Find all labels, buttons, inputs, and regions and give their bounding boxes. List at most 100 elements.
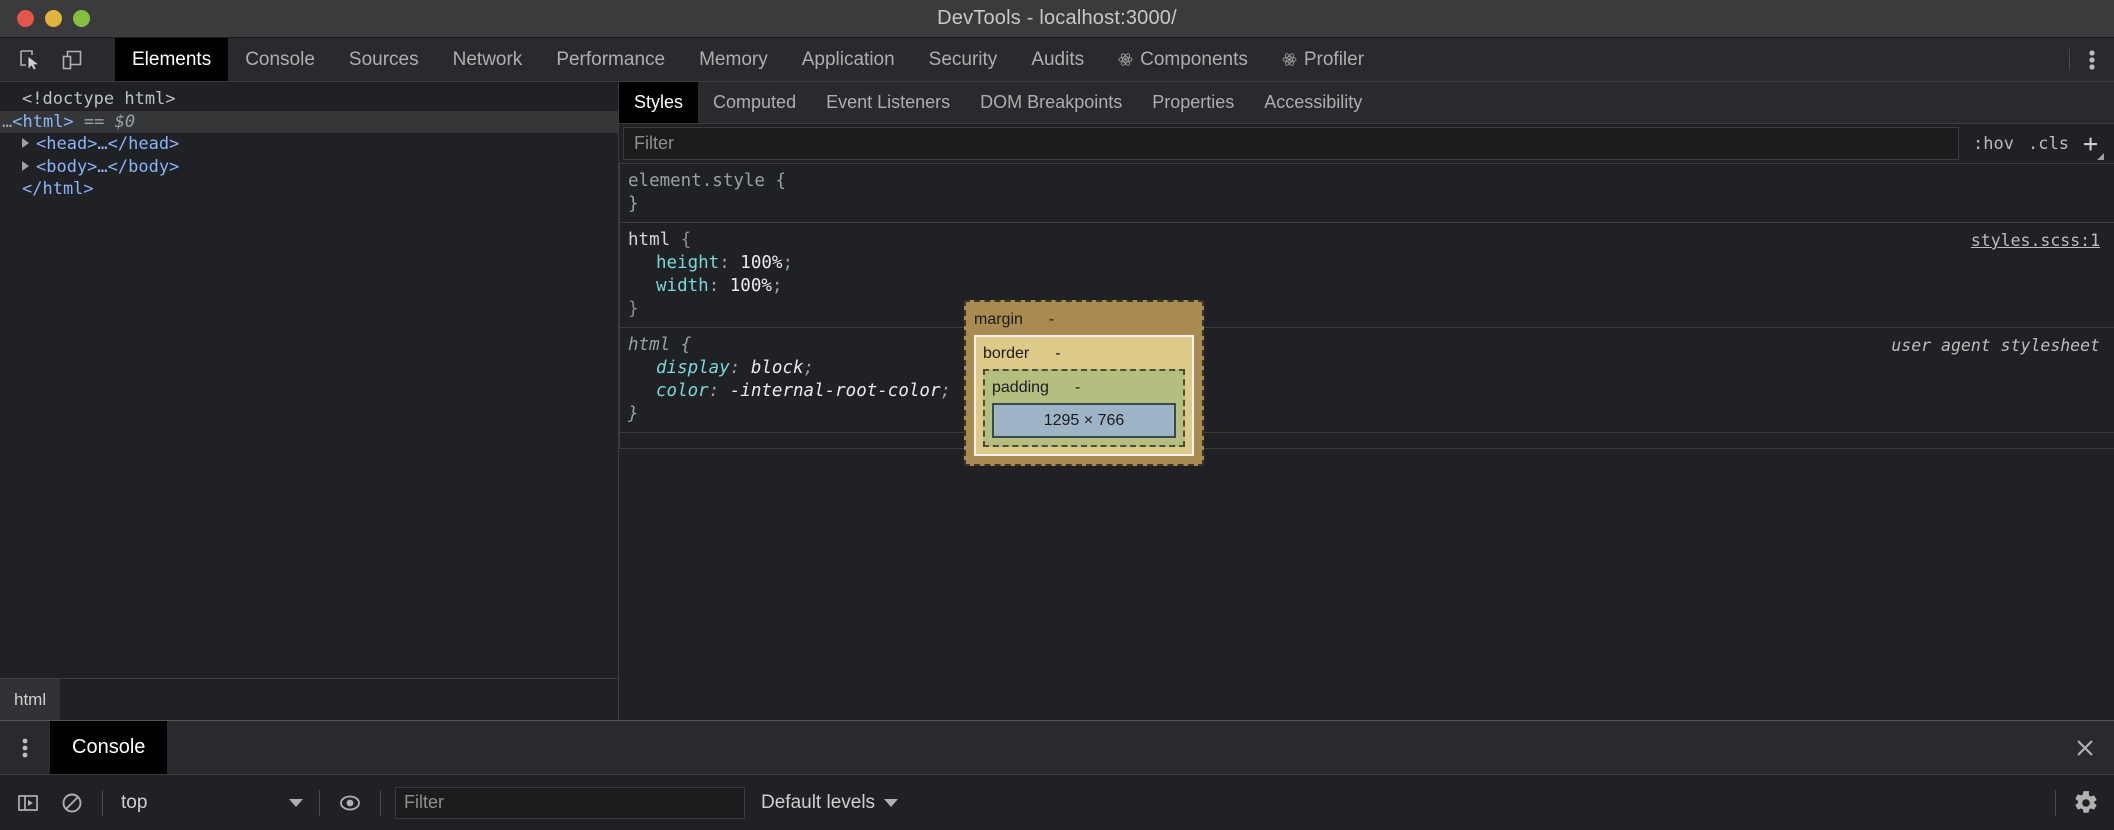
- box-model-padding-value[interactable]: -: [1075, 376, 1080, 399]
- tab-profiler[interactable]: Profiler: [1265, 38, 1381, 81]
- tab-console[interactable]: Console: [228, 38, 332, 81]
- tab-components[interactable]: Components: [1101, 38, 1265, 81]
- tab-sources[interactable]: Sources: [332, 38, 436, 81]
- expand-twisty-icon[interactable]: [22, 138, 29, 148]
- dom-line-head[interactable]: <head>…</head>: [0, 133, 618, 156]
- dom-line-body[interactable]: <body>…</body>: [0, 156, 618, 179]
- panel-tabs: Elements Console Sources Network Perform…: [115, 38, 2069, 81]
- tab-performance[interactable]: Performance: [539, 38, 682, 81]
- show-console-sidebar-icon: [18, 794, 38, 811]
- toggle-element-classes-button[interactable]: .cls: [2028, 134, 2069, 154]
- zoom-window-button[interactable]: [73, 10, 90, 27]
- tab-audits[interactable]: Audits: [1014, 38, 1101, 81]
- dom-tree[interactable]: <!doctype html> …<html> == $0 <head>…</h…: [0, 82, 618, 678]
- tab-label: Audits: [1031, 48, 1085, 70]
- clear-console-button[interactable]: [50, 783, 94, 823]
- box-model-padding[interactable]: padding - 1295 × 766: [983, 369, 1185, 447]
- tab-label: Profiler: [1303, 48, 1365, 70]
- tab-elements[interactable]: Elements: [115, 38, 229, 81]
- dom-node-text: <!doctype html>: [22, 89, 176, 109]
- styles-filter-actions: :hov .cls +: [1959, 124, 2114, 163]
- css-property-name[interactable]: height: [656, 253, 719, 273]
- react-atom-icon: [1282, 52, 1297, 67]
- tab-styles[interactable]: Styles: [619, 82, 699, 123]
- box-model-content[interactable]: 1295 × 766: [992, 403, 1176, 438]
- css-selector[interactable]: element.style: [628, 171, 765, 191]
- box-model-border[interactable]: border - padding - 1295 × 766: [974, 335, 1194, 456]
- tab-computed[interactable]: Computed: [698, 82, 811, 123]
- css-property-value: -internal-root-color: [729, 381, 941, 401]
- tab-security[interactable]: Security: [912, 38, 1015, 81]
- clear-console-icon: [62, 793, 82, 812]
- css-property-value[interactable]: 100%: [740, 253, 782, 273]
- tab-label: Console: [245, 48, 315, 70]
- close-drawer-button[interactable]: [2056, 721, 2114, 774]
- toggle-console-sidebar-button[interactable]: [6, 783, 50, 823]
- console-toolbar-divider-2: [319, 789, 320, 816]
- inspect-element-button[interactable]: [12, 43, 48, 77]
- dom-line-doctype[interactable]: <!doctype html>: [0, 88, 618, 111]
- css-declaration[interactable]: width: 100%;: [628, 275, 2114, 298]
- tab-dom-breakpoints[interactable]: DOM Breakpoints: [965, 82, 1137, 123]
- styles-filter-row: :hov .cls +: [619, 124, 2114, 164]
- styles-filter-input[interactable]: [623, 127, 1960, 160]
- breadcrumb-item-html[interactable]: html: [0, 679, 61, 720]
- tab-label: Performance: [556, 48, 666, 70]
- css-declaration: display: block;: [656, 358, 815, 378]
- tab-properties[interactable]: Properties: [1137, 82, 1249, 123]
- console-context-selector[interactable]: top: [111, 786, 311, 820]
- dom-node-selection-marker: == $0: [83, 111, 136, 132]
- box-model-margin-value[interactable]: -: [1049, 308, 1054, 331]
- new-style-rule-button[interactable]: +: [2083, 131, 2105, 160]
- expand-twisty-icon[interactable]: [22, 160, 29, 171]
- title-bar: DevTools - localhost:3000/: [0, 0, 2114, 38]
- tab-label: Elements: [132, 48, 212, 70]
- tab-accessibility[interactable]: Accessibility: [1249, 82, 1377, 123]
- window-title: DevTools - localhost:3000/: [937, 7, 1177, 29]
- minimize-window-button[interactable]: [45, 10, 62, 27]
- console-log-levels-selector[interactable]: Default levels: [751, 786, 908, 820]
- toggle-device-toolbar-button[interactable]: [54, 43, 90, 77]
- css-property-value: block: [750, 358, 804, 378]
- console-log-levels-value: Default levels: [761, 791, 876, 813]
- console-filter-input[interactable]: [395, 786, 745, 819]
- console-settings-area: [2047, 783, 2108, 823]
- breadcrumb: html: [0, 678, 618, 720]
- close-window-button[interactable]: [17, 10, 34, 27]
- box-model-margin-label: margin: [974, 311, 1023, 328]
- box-model-border-value[interactable]: -: [1055, 342, 1060, 365]
- dom-line-html-close[interactable]: </html>: [0, 178, 618, 201]
- console-settings-button[interactable]: [2064, 783, 2108, 823]
- create-live-expression-button[interactable]: [328, 783, 372, 823]
- tab-application[interactable]: Application: [785, 38, 912, 81]
- tab-label: Security: [928, 48, 998, 70]
- css-property-name[interactable]: width: [656, 276, 709, 296]
- tab-event-listeners[interactable]: Event Listeners: [811, 82, 965, 123]
- css-rule-element-style[interactable]: element.style { }: [619, 164, 2114, 223]
- css-selector[interactable]: html: [628, 230, 670, 250]
- css-declaration[interactable]: height: 100%;: [628, 252, 2114, 275]
- drawer-tab-console[interactable]: Console: [50, 721, 168, 774]
- box-model-margin[interactable]: margin - border - padding - 1295 × 766: [964, 300, 1204, 466]
- tab-label: Application: [801, 48, 895, 70]
- css-selector-line: element.style {: [628, 171, 787, 191]
- css-property-name: display: [656, 358, 730, 378]
- stylesheet-origin-label: user agent stylesheet: [1891, 336, 2100, 355]
- styles-panel: Styles Computed Event Listeners DOM Brea…: [619, 82, 2114, 720]
- main-tab-bar: Elements Console Sources Network Perform…: [0, 38, 2114, 82]
- stylesheet-origin-link[interactable]: styles.scss:1: [1971, 229, 2100, 252]
- dom-node-text: <html>: [12, 111, 74, 132]
- drawer-menu-button[interactable]: [0, 721, 50, 774]
- css-rule-html-author[interactable]: styles.scss:1 html { height: 100%; width…: [619, 223, 2114, 328]
- css-property-name: color: [656, 381, 709, 401]
- toggle-hover-state-button[interactable]: :hov: [1973, 134, 2014, 154]
- css-property-value[interactable]: 100%: [730, 276, 772, 296]
- tab-memory[interactable]: Memory: [682, 38, 785, 81]
- live-expression-icon: [340, 795, 360, 810]
- main-menu-button[interactable]: [2070, 38, 2114, 81]
- css-rule-html-user-agent[interactable]: user agent stylesheet html { display: bl…: [619, 328, 2114, 433]
- dom-line-html-open[interactable]: …<html> == $0: [0, 110, 618, 133]
- kebab-menu-icon: [2089, 49, 2095, 70]
- close-icon: [2077, 739, 2093, 756]
- tab-network[interactable]: Network: [436, 38, 540, 81]
